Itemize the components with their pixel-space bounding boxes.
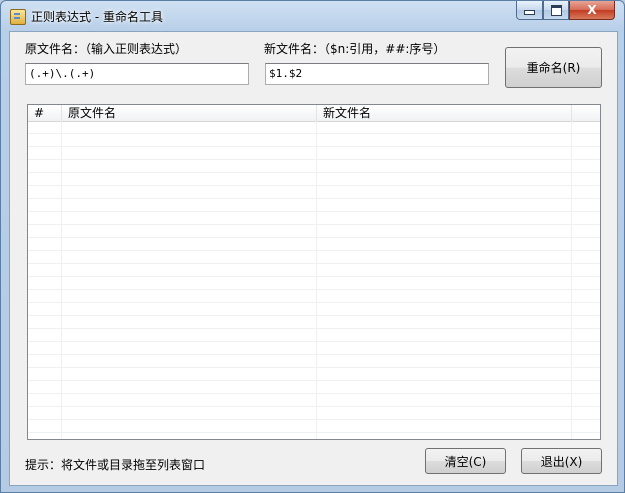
file-list-rows [28, 121, 600, 439]
file-list[interactable]: # 原文件名 新文件名 [27, 104, 601, 440]
source-pattern-label: 原文件名：（输入正则表达式） [25, 42, 188, 56]
close-icon: X [587, 3, 597, 17]
clear-button[interactable]: 清空(C) [425, 448, 506, 474]
hint-text: 提示：将文件或目录拖至列表窗口 [25, 458, 206, 472]
close-button[interactable]: X [569, 1, 615, 20]
target-pattern-label: 新文件名：（$n:引用，##:序号） [264, 42, 446, 56]
file-list-header: # 原文件名 新文件名 [28, 105, 600, 122]
app-icon [10, 9, 26, 25]
minimize-icon [524, 10, 535, 15]
column-header-filler [572, 105, 600, 121]
maximize-icon [550, 4, 562, 16]
dialog-client-area: 原文件名：（输入正则表达式） (.+)\.(.+) 新文件名：（$n:引用，##… [9, 31, 618, 486]
title-bar[interactable]: 正则表达式 - 重命名工具 X [1, 1, 624, 31]
column-header-index[interactable]: # [28, 105, 62, 121]
column-divider [316, 121, 317, 439]
source-pattern-input[interactable]: (.+)\.(.+) [25, 63, 249, 85]
column-divider [61, 121, 62, 439]
column-header-new-name[interactable]: 新文件名 [317, 105, 572, 121]
target-pattern-input[interactable]: $1.$2 [265, 63, 489, 85]
rename-button[interactable]: 重命名(R) [505, 47, 602, 88]
exit-button[interactable]: 退出(X) [521, 448, 602, 474]
column-divider [571, 121, 572, 439]
column-header-source-name[interactable]: 原文件名 [62, 105, 317, 121]
app-window: 正则表达式 - 重命名工具 X 原文件名：（输入正则表达式） (.+)\.(.+… [0, 0, 625, 493]
maximize-button[interactable] [543, 1, 569, 20]
window-title: 正则表达式 - 重命名工具 [31, 10, 163, 24]
minimize-button[interactable] [516, 1, 543, 20]
